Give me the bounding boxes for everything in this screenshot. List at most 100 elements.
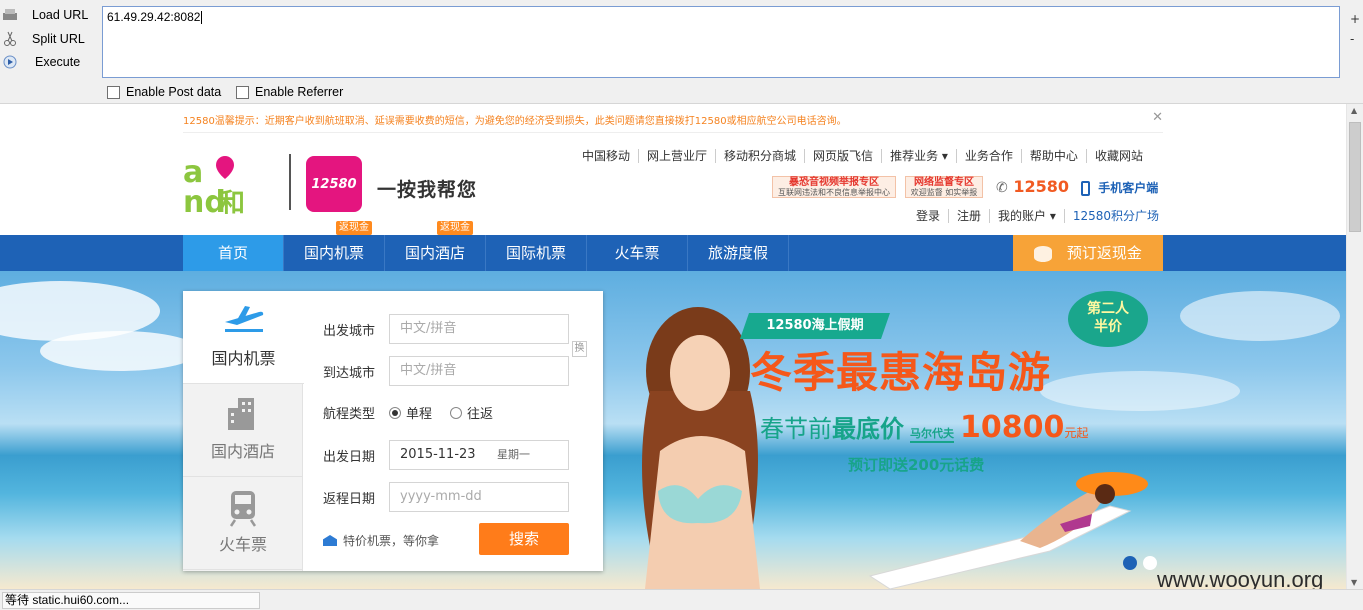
promo-ribbon: 12580海上假期: [740, 313, 890, 339]
top-nav-item[interactable]: 收藏网站: [1085, 149, 1151, 163]
nav-domestic-flights-label: 国内机票: [303, 244, 364, 262]
tab-domestic-flights[interactable]: 国内机票: [183, 291, 304, 384]
top-nav-item[interactable]: 移动积分商城: [715, 149, 804, 163]
nav-vacations[interactable]: 旅游度假: [688, 235, 789, 271]
swap-cities-button[interactable]: 换: [572, 341, 587, 357]
tab-trains[interactable]: 火车票: [183, 477, 303, 570]
enable-post-checkbox[interactable]: Enable Post data: [107, 85, 221, 99]
scroll-down-icon[interactable]: ▼: [1351, 578, 1357, 587]
supervision-zone-badge[interactable]: 网络监督专区 欢迎监督 如实举报: [905, 176, 983, 198]
notice-divider: [183, 132, 1163, 133]
scissors-icon: [2, 31, 18, 47]
tab-domestic-hotels[interactable]: 国内酒店: [183, 384, 303, 477]
to-city-label: 到达城市: [323, 365, 376, 381]
and-he-char: 和: [219, 189, 245, 214]
top-nav-item[interactable]: 网上营业厅: [638, 149, 715, 163]
top-nav-item[interactable]: 网页版飞信: [804, 149, 881, 163]
mobile-phone-icon: [1081, 181, 1090, 196]
top-nav-item[interactable]: 帮助中心: [1020, 149, 1086, 163]
promo-headline: 冬季最惠海岛游: [750, 348, 1052, 397]
nav-home[interactable]: 首页: [183, 235, 284, 271]
one-way-radio[interactable]: 单程: [389, 403, 432, 422]
referrer-checkbox-box[interactable]: [236, 85, 249, 99]
and-logo[interactable]: a nd 和: [183, 152, 249, 220]
promo-banner[interactable]: 国内机票 国内酒店 火车票 出发城市 中文/拼音 换 到达城市 中文/拼音 航程…: [0, 271, 1346, 589]
building-icon: [183, 396, 303, 430]
minus-button[interactable]: -: [1350, 32, 1354, 46]
status-text: 等待 static.hui60.com...: [2, 592, 260, 609]
cashback-tag: 返现金: [437, 221, 473, 235]
round-trip-radio-dot[interactable]: [450, 406, 463, 419]
and-logo-graphic: a nd 和: [183, 155, 245, 220]
booking-widget: 国内机票 国内酒店 火车票 出发城市 中文/拼音 换 到达城市 中文/拼音 航程…: [183, 291, 603, 571]
report-zone-badge[interactable]: 暴恐音视频举报专区 互联网违法和不良信息举报中心: [772, 176, 896, 198]
scroll-up-icon[interactable]: ▲: [1351, 106, 1357, 115]
split-url-button[interactable]: Split URL: [0, 28, 100, 50]
from-city-input[interactable]: 中文/拼音: [389, 314, 569, 344]
bubble-line2: 半价: [1094, 319, 1122, 335]
promo-price: 10800: [960, 410, 1065, 445]
top-nav-item[interactable]: 业务合作: [955, 149, 1021, 163]
scrollbar-thumb[interactable]: [1349, 122, 1361, 232]
hotline-number: 12580: [1013, 177, 1069, 196]
airplane-icon: [183, 303, 304, 333]
half-price-bubble: 第二人 半价: [1068, 291, 1148, 347]
location-pin-icon: [216, 156, 234, 179]
points-plaza-link[interactable]: 12580积分广场: [1063, 209, 1167, 223]
load-url-button[interactable]: Load URL: [0, 4, 100, 26]
top-nav: 中国移动 网上营业厅 移动积分商城 网页版飞信 推荐业务 ▾ 业务合作 帮助中心…: [582, 149, 1151, 163]
plus-button[interactable]: +: [1350, 12, 1360, 26]
return-date-row: 返程日期 yyyy-mm-dd: [323, 482, 569, 512]
nav-trains[interactable]: 火车票: [587, 235, 688, 271]
nav-international-flights[interactable]: 国际机票: [486, 235, 587, 271]
login-link[interactable]: 登录: [916, 209, 948, 223]
play-icon: [2, 54, 18, 70]
execute-button[interactable]: Execute: [0, 51, 100, 73]
my-account-link[interactable]: 我的账户 ▾: [989, 209, 1064, 223]
mobile-client-link[interactable]: 手机客户端: [1081, 179, 1158, 196]
to-city-row: 到达城市 中文/拼音: [323, 356, 569, 386]
booking-tabs: 国内机票 国内酒店 火车票: [183, 291, 304, 571]
tab-trains-label: 火车票: [218, 535, 267, 554]
return-date-input[interactable]: yyyy-mm-dd: [389, 482, 569, 512]
ticket-icon: [323, 535, 337, 546]
enable-referrer-checkbox[interactable]: Enable Referrer: [236, 85, 343, 99]
main-nav: 首页 国内机票 返现金 国内酒店 返现金 国际机票 火车票 旅游度假 预订返现金: [0, 221, 1346, 271]
nav-domestic-hotels[interactable]: 国内酒店 返现金: [385, 221, 486, 271]
one-way-radio-dot[interactable]: [389, 406, 401, 419]
post-checkbox-box[interactable]: [107, 85, 120, 99]
split-url-label: Split URL: [32, 32, 85, 46]
depart-weekday: 星期一: [497, 448, 530, 461]
cashback-button[interactable]: 预订返现金: [1013, 235, 1163, 271]
nav-domestic-flights[interactable]: 国内机票 返现金: [284, 221, 385, 271]
load-url-label: Load URL: [32, 8, 89, 22]
round-trip-label: 往返: [467, 407, 494, 422]
post-checkbox-label: Enable Post data: [126, 85, 222, 99]
referrer-checkbox-label: Enable Referrer: [255, 85, 344, 99]
carousel-dot[interactable]: [1123, 556, 1137, 570]
web-page: 12580温馨提示：近期客户收到航班取消、延误需要收费的短信，为避免您的经济受到…: [0, 104, 1346, 589]
top-nav-item[interactable]: 推荐业务 ▾: [881, 149, 956, 163]
badge2-title: 网络监督专区: [914, 177, 974, 188]
depart-date-input[interactable]: 2015-11-23 星期一: [389, 440, 569, 470]
carousel-dot[interactable]: [1143, 556, 1157, 570]
execute-label: Execute: [35, 55, 81, 69]
round-trip-radio[interactable]: 往返: [450, 403, 493, 422]
coins-icon: [1034, 245, 1053, 262]
sub-prefix: 春节前: [760, 415, 832, 443]
to-city-input[interactable]: 中文/拼音: [389, 356, 569, 386]
hackbar-toolbar: Load URL Split URL Execute 61.49.29.42:8…: [0, 0, 1363, 104]
logo-12580[interactable]: 12580: [306, 156, 362, 212]
beach-lounger-illustration: [868, 472, 1148, 589]
depart-date-row: 出发日期 2015-11-23 星期一: [323, 440, 569, 470]
url-textarea[interactable]: 61.49.29.42:8082: [102, 6, 1340, 78]
search-button[interactable]: 搜索: [479, 523, 569, 555]
vertical-scrollbar[interactable]: ▲ ▼: [1346, 104, 1363, 589]
user-nav: 登录 注册 我的账户 ▾ 12580积分广场: [916, 209, 1167, 223]
cashback-label: 预订返现金: [1066, 244, 1142, 262]
register-link[interactable]: 注册: [948, 209, 989, 223]
special-fares-link[interactable]: 特价机票，等你拿: [323, 532, 439, 549]
train-icon: [183, 489, 303, 527]
close-icon[interactable]: ✕: [1152, 110, 1163, 125]
top-nav-item[interactable]: 中国移动: [582, 149, 638, 163]
